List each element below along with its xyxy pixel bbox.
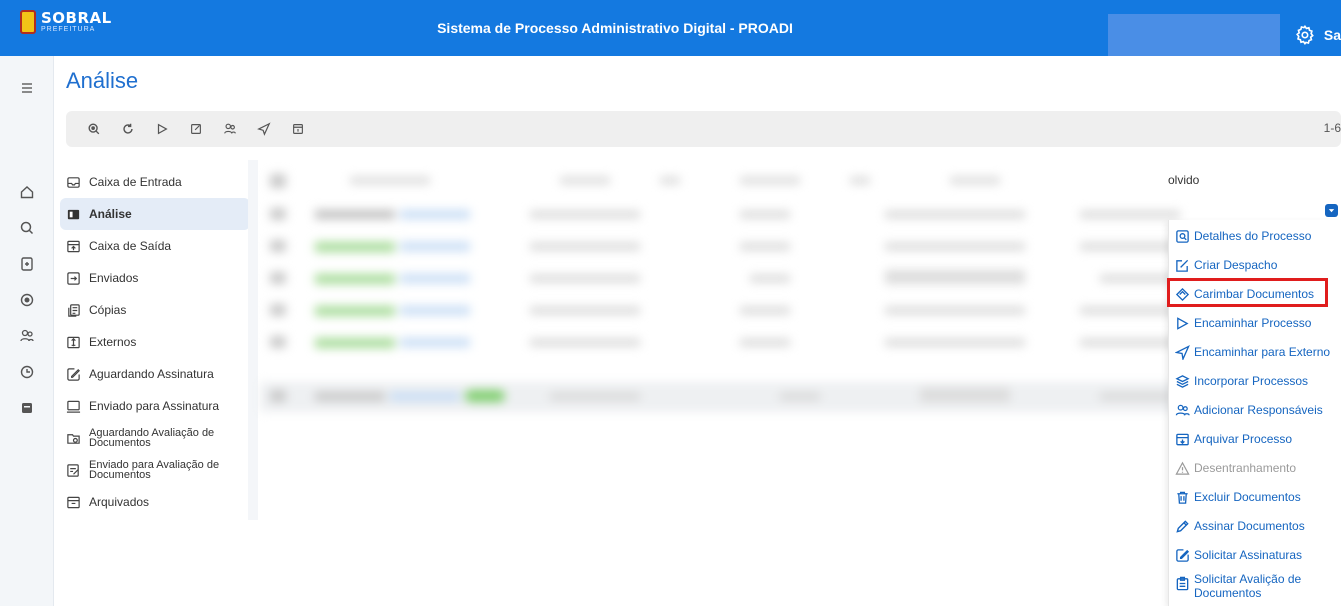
awaiting-evaluation-icon [67, 433, 80, 444]
sign-request-icon [1176, 548, 1190, 562]
forward-icon[interactable] [148, 118, 176, 140]
menu-item-sign-documents[interactable]: Assinar Documentos [1175, 512, 1338, 540]
pager-text: 1-6 [1323, 121, 1341, 135]
highlight-box [1167, 278, 1328, 307]
column-header-visible: olvido [1168, 173, 1200, 187]
menu-item-forward-external[interactable]: Encaminhar para Externo [1175, 338, 1338, 366]
menu-item-delete-documents[interactable]: Excluir Documentos [1175, 483, 1338, 511]
analysis-icon [67, 209, 80, 219]
add-users-icon [1175, 404, 1190, 415]
sent-signature-icon [66, 400, 81, 413]
archived-icon [67, 496, 80, 508]
menu-item-label: Solicitar Avalição de Documentos [1194, 572, 1302, 600]
evaluation-request-icon [1176, 576, 1189, 591]
menu-item-archive-process[interactable]: Arquivar Processo [1175, 425, 1338, 453]
folder-sent-evaluation[interactable]: Enviado para Avaliação de Documentos [64, 454, 240, 486]
archive-icon [1176, 433, 1189, 445]
awaiting-signature-icon [67, 367, 80, 381]
refresh-icon[interactable] [114, 118, 142, 140]
outbox-icon [67, 240, 80, 252]
menu-item-label: Arquivar Processo [1194, 432, 1293, 446]
menu-item-label: Detalhes do Processo [1194, 229, 1312, 243]
search-icon[interactable] [19, 220, 35, 236]
folder-label: Análise [89, 207, 132, 221]
pen-icon [1176, 519, 1189, 533]
sent-evaluation-icon [67, 463, 79, 477]
trash-icon [1177, 491, 1188, 504]
menu-item-label: Adicionar Responsáveis [1194, 403, 1323, 417]
folder-label: Cópias [89, 303, 127, 317]
folder-copies[interactable]: Cópias [64, 294, 240, 326]
folder-list: Caixa de Entrada Análise Caixa de Saída … [60, 166, 250, 518]
menu-item-add-responsibles[interactable]: Adicionar Responsáveis [1175, 396, 1338, 424]
folder-label: Externos [89, 335, 137, 349]
send-icon[interactable] [250, 118, 278, 140]
user-area[interactable] [1108, 14, 1280, 56]
folder-inbox[interactable]: Caixa de Entrada [64, 166, 240, 198]
external-icon [67, 336, 80, 348]
sent-icon [67, 271, 80, 285]
folder-label: Enviados [89, 271, 139, 285]
user-name-truncated[interactable]: Sa [1324, 27, 1341, 43]
warning-icon [1175, 461, 1190, 475]
menu-item-request-evaluation[interactable]: Solicitar Avalição de Documentos [1175, 572, 1338, 600]
forward-icon [1177, 316, 1189, 330]
archive-icon[interactable] [284, 118, 312, 140]
edit-icon[interactable] [182, 118, 210, 140]
folder-awaiting-signature[interactable]: Aguardando Assinatura [64, 358, 240, 390]
menu-item-incorporate[interactable]: Incorporar Processos [1175, 367, 1338, 395]
menu-icon[interactable] [19, 80, 35, 96]
menu-item-create-dispatch[interactable]: Criar Despacho [1175, 251, 1338, 279]
menu-item-details[interactable]: Detalhes do Processo [1175, 222, 1338, 250]
folder-label: Aguardando Assinatura [89, 367, 214, 381]
archive-icon[interactable] [19, 400, 35, 416]
folder-label: Caixa de Entrada [89, 175, 182, 189]
edit-icon [1176, 259, 1189, 272]
folder-external[interactable]: Externos [64, 326, 240, 358]
gear-icon[interactable] [1294, 23, 1316, 47]
left-rail [0, 56, 54, 606]
menu-item-label: Incorporar Processos [1194, 374, 1309, 388]
menu-item-request-signatures[interactable]: Solicitar Assinaturas [1175, 541, 1338, 569]
menu-item-label: Encaminhar para Externo [1194, 345, 1331, 359]
folder-sent-signature[interactable]: Enviado para Assinatura [64, 390, 240, 422]
users-icon[interactable] [19, 328, 35, 344]
home-icon[interactable] [19, 184, 35, 200]
folder-label: Aguardando Avaliação de Documentos [89, 427, 215, 449]
top-bar: SOBRAL PREFEITURA Sistema de Processo Ad… [0, 0, 1341, 56]
folder-analysis[interactable]: Análise [60, 198, 250, 230]
folder-sent[interactable]: Enviados [64, 262, 240, 294]
folder-outbox[interactable]: Caixa de Saída [64, 230, 240, 262]
menu-item-desentranhamento: Desentranhamento [1175, 454, 1338, 482]
action-toolbar: 1-6 [66, 111, 1341, 147]
folder-awaiting-evaluation[interactable]: Aguardando Avaliação de Documentos [64, 422, 240, 454]
record-icon[interactable] [19, 292, 35, 308]
menu-item-forward-process[interactable]: Encaminhar Processo [1175, 309, 1338, 337]
menu-item-label: Desentranhamento [1194, 461, 1297, 475]
chevron-down-icon [1328, 209, 1335, 213]
menu-item-label: Criar Despacho [1194, 258, 1278, 272]
menu-item-label: Encaminhar Processo [1194, 316, 1312, 330]
row-actions-dropdown[interactable] [1325, 204, 1338, 217]
folder-archived[interactable]: Arquivados [64, 486, 240, 518]
copies-icon [68, 303, 80, 317]
menu-item-label: Excluir Documentos [1194, 490, 1301, 504]
menu-item-label: Solicitar Assinaturas [1194, 548, 1303, 562]
details-icon [1176, 229, 1189, 243]
folder-label: Arquivados [89, 495, 150, 509]
app-title: Sistema de Processo Administrativo Digit… [437, 20, 793, 36]
document-icon[interactable] [19, 256, 35, 272]
inbox-icon [67, 176, 80, 188]
folder-label: Enviado para Avaliação de Documentos [89, 459, 220, 481]
send-icon [1175, 344, 1190, 360]
layers-icon [1175, 374, 1190, 388]
folder-label: Enviado para Assinatura [89, 399, 220, 413]
folder-label: Caixa de Saída [89, 239, 172, 253]
clock-icon[interactable] [19, 364, 35, 380]
users-icon[interactable] [216, 118, 244, 140]
menu-item-label: Assinar Documentos [1194, 519, 1305, 533]
zoom-search-icon[interactable] [80, 118, 108, 140]
page-title: Análise [66, 68, 139, 93]
